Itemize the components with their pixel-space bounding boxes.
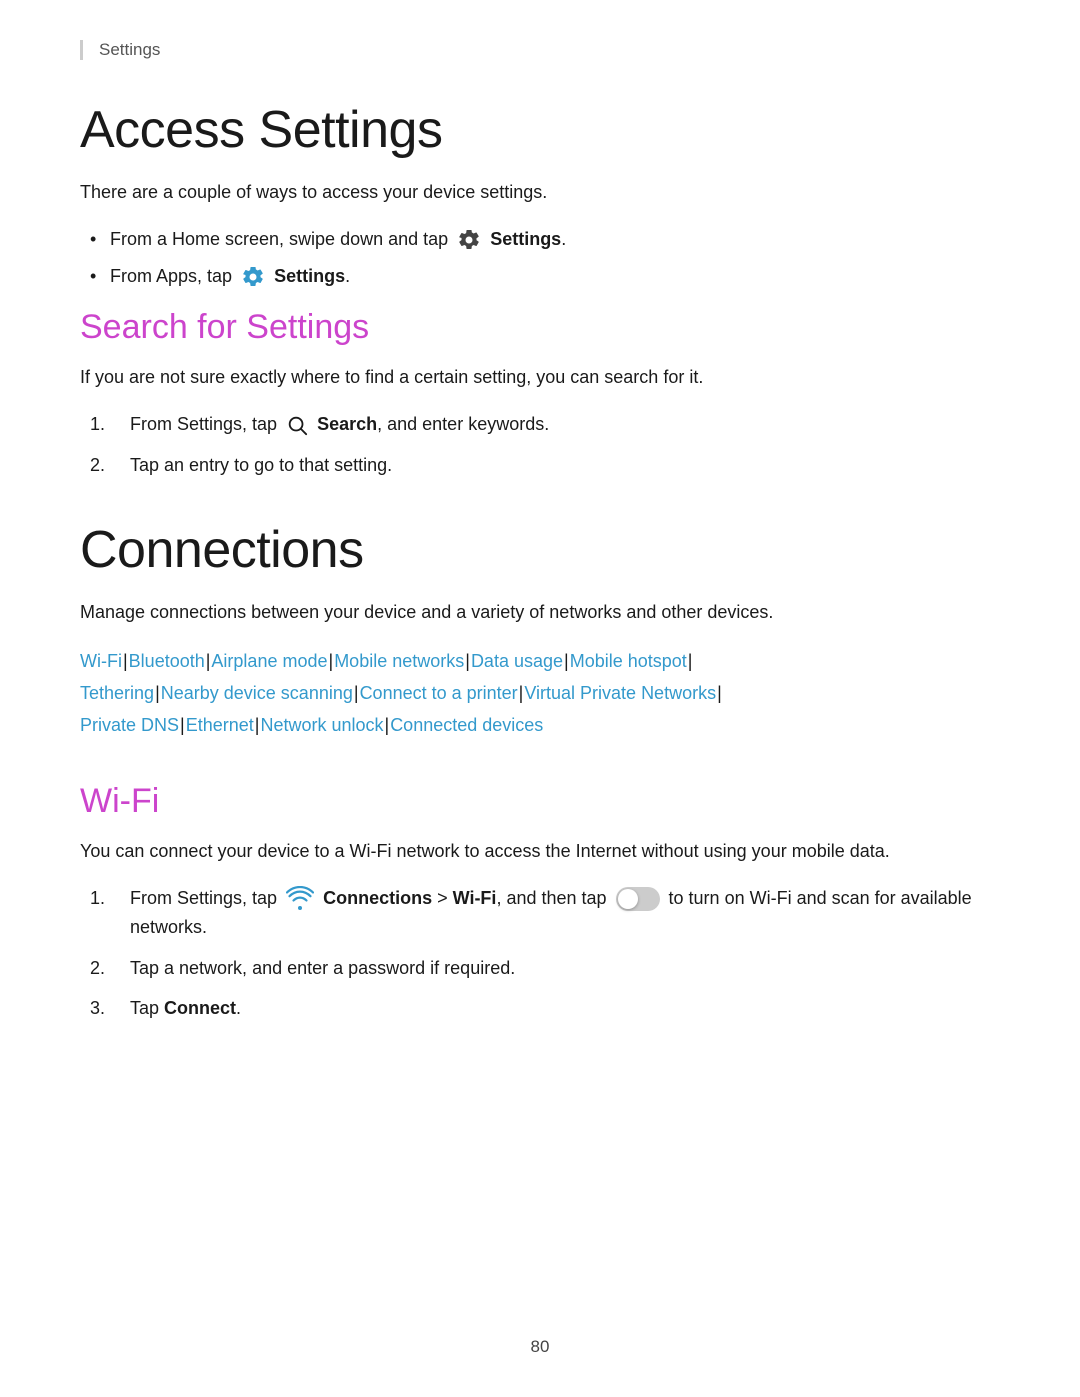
wifi-bold: Wi-Fi	[453, 888, 497, 908]
settings-bold-apps: Settings	[274, 266, 345, 286]
link-bluetooth[interactable]: Bluetooth	[129, 651, 205, 671]
link-airplane[interactable]: Airplane mode	[211, 651, 327, 671]
link-mobile-hotspot[interactable]: Mobile hotspot	[570, 651, 687, 671]
sep6: |	[688, 651, 693, 671]
sep12: |	[255, 715, 260, 735]
wifi-connections-icon	[285, 885, 315, 913]
page-number: 80	[531, 1337, 550, 1357]
link-connect-printer[interactable]: Connect to a printer	[360, 683, 518, 703]
link-connected-devices[interactable]: Connected devices	[390, 715, 543, 735]
wifi-step-3: Tap Connect.	[80, 994, 1000, 1023]
breadcrumb: Settings	[80, 40, 1000, 60]
bullet-text-home: From a Home screen, swipe down and tap S…	[110, 229, 566, 249]
wifi-step-2: Tap a network, and enter a password if r…	[80, 954, 1000, 983]
bullet-item-home: From a Home screen, swipe down and tap S…	[80, 225, 1000, 254]
access-settings-bullets: From a Home screen, swipe down and tap S…	[80, 225, 1000, 291]
sep1: |	[123, 651, 128, 671]
sep11: |	[180, 715, 185, 735]
bullet-text-apps: From Apps, tap Settings.	[110, 266, 350, 286]
search-step-1: From Settings, tap Search, and enter key…	[80, 410, 1000, 439]
link-private-dns[interactable]: Private DNS	[80, 715, 179, 735]
search-settings-title: Search for Settings	[80, 308, 1000, 347]
sep5: |	[564, 651, 569, 671]
link-network-unlock[interactable]: Network unlock	[260, 715, 383, 735]
sep9: |	[519, 683, 524, 703]
connections-intro: Manage connections between your device a…	[80, 598, 1000, 627]
sep2: |	[206, 651, 211, 671]
wifi-intro: You can connect your device to a Wi-Fi n…	[80, 837, 1000, 866]
gear-blue-icon	[240, 264, 266, 290]
connections-bold: Connections	[323, 888, 432, 908]
wifi-step-1: From Settings, tap Connections > Wi-Fi, …	[80, 884, 1000, 942]
link-vpn[interactable]: Virtual Private Networks	[524, 683, 716, 703]
search-bold: Search	[317, 414, 377, 434]
connect-bold: Connect	[164, 998, 236, 1018]
access-settings-intro: There are a couple of ways to access you…	[80, 178, 1000, 207]
sep3: |	[329, 651, 334, 671]
link-wifi[interactable]: Wi-Fi	[80, 651, 122, 671]
wifi-title: Wi-Fi	[80, 782, 1000, 821]
sep10: |	[717, 683, 722, 703]
link-mobile-networks[interactable]: Mobile networks	[334, 651, 464, 671]
search-icon	[284, 412, 310, 438]
sep8: |	[354, 683, 359, 703]
settings-bold-home: Settings	[490, 229, 561, 249]
connections-title: Connections	[80, 520, 1000, 580]
sep7: |	[155, 683, 160, 703]
search-steps-list: From Settings, tap Search, and enter key…	[80, 410, 1000, 480]
bullet-item-apps: From Apps, tap Settings.	[80, 262, 1000, 291]
sep4: |	[465, 651, 470, 671]
gear-dark-icon	[456, 227, 482, 253]
link-tethering[interactable]: Tethering	[80, 683, 154, 703]
search-step-2: Tap an entry to go to that setting.	[80, 451, 1000, 480]
wifi-steps-list: From Settings, tap Connections > Wi-Fi, …	[80, 884, 1000, 1024]
link-ethernet[interactable]: Ethernet	[186, 715, 254, 735]
toggle-off	[616, 887, 660, 911]
toggle-switch-icon	[616, 887, 660, 911]
link-nearby-device[interactable]: Nearby device scanning	[161, 683, 353, 703]
link-data-usage[interactable]: Data usage	[471, 651, 563, 671]
access-settings-title: Access Settings	[80, 100, 1000, 160]
search-settings-intro: If you are not sure exactly where to fin…	[80, 363, 1000, 392]
sep13: |	[385, 715, 390, 735]
connections-links: Wi-Fi|Bluetooth|Airplane mode|Mobile net…	[80, 645, 1000, 742]
